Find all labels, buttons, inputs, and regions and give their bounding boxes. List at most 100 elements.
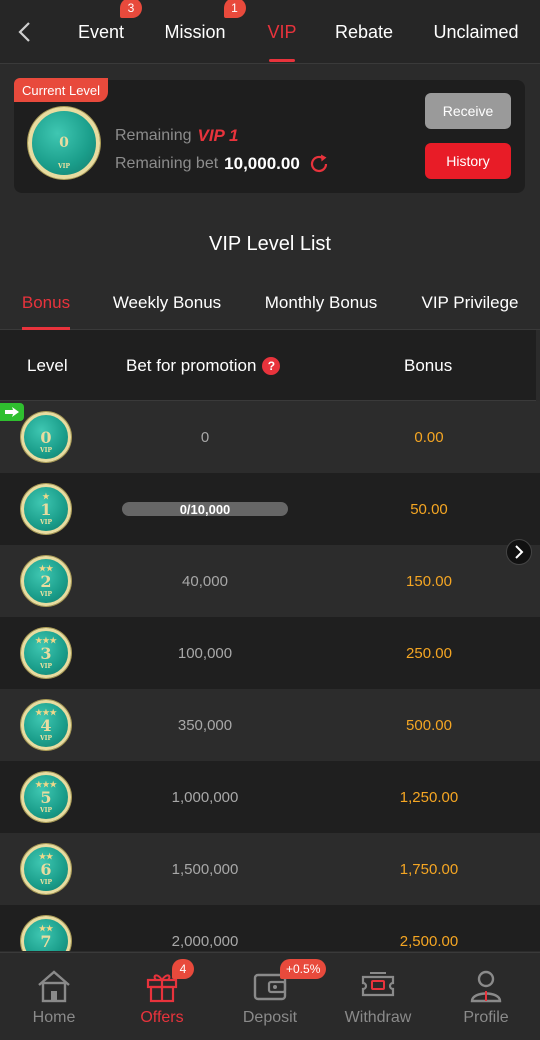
level-medal-cell: ★★★ 4 VIP [21,700,71,750]
medal-number: 0 [59,135,69,151]
current-level-medal: 0 VIP [28,107,100,179]
user-icon [467,969,505,1003]
medal-number: 0 [40,427,52,447]
bonus-tabs: Bonus Weekly Bonus Monthly Bonus VIP Pri… [0,276,540,330]
offers-badge: 4 [172,959,194,979]
level-table-body: 0 VIP 0 0.00 ★ 1 VIP 0/10,000 50.00 ★★ 2 VIP 40,000 1… [0,401,540,951]
bet-cell: 1,500,000 [120,833,290,905]
help-icon[interactable]: ? [262,356,281,375]
ticket-icon [359,969,397,1003]
tab-monthly-bonus[interactable]: Monthly Bonus [256,276,386,330]
vip-medal-icon: ★★★ 5 VIP [21,772,71,822]
bonus-value: 0.00 [414,428,444,446]
level-medal-cell: ★ 1 VIP [21,484,71,534]
current-level-tag: Current Level [14,78,109,102]
table-row: ★★7VIP 2,000,000 2,500.00 [0,905,540,951]
bet-cell: 1,000,000 [120,761,290,833]
tab-mission[interactable]: Mission 1 [158,0,246,64]
bottom-nav-profile-label: Profile [463,1009,509,1026]
receive-button[interactable]: Receive [425,93,511,129]
bet-value: 350,000 [177,716,233,734]
bottom-nav-home-label: Home [32,1009,76,1026]
bottom-nav-offers[interactable]: Offers 4 [108,953,216,1040]
remaining-label: Remaining [115,127,192,144]
level-medal-cell: 0 VIP [21,412,71,462]
bet-value: 2,000,000 [171,932,239,950]
tab-bonus[interactable]: Bonus [14,276,78,330]
medal-number: 4 [40,715,52,735]
bet-cell: 40,000 [120,545,290,617]
medal-number: 2 [40,571,52,591]
header-level: Level [27,355,68,375]
bonus-value: 50.00 [410,500,448,518]
bottom-nav-withdraw[interactable]: Withdraw [324,953,432,1040]
vip-medal-icon: ★★ 6 VIP [21,844,71,894]
tab-event-label: Event [77,21,125,42]
tab-event[interactable]: Event 3 [62,0,143,64]
medal-number: 5 [40,787,52,807]
scroll-right-button[interactable] [506,539,532,565]
tab-mission-label: Mission [164,21,226,42]
bet-value: 1,000,000 [171,788,239,806]
header-bet-label: Bet for promotion [126,355,257,375]
medal-number: 3 [40,643,52,663]
tab-weekly-bonus-label: Weekly Bonus [112,293,222,312]
progress-text: 0/10,000 [179,502,231,516]
remaining-vip-line: Remaining VIP 1 [115,126,238,146]
current-level-card: Current Level 0 VIP Remaining VIP 1 Rema… [14,78,525,193]
header-bet: Bet for promotion ? [126,330,281,401]
bet-cell: 350,000 [120,689,290,761]
bonus-value: 250.00 [406,644,452,662]
bet-cell: 0 [120,401,290,473]
tab-monthly-bonus-label: Monthly Bonus [264,293,378,312]
next-vip-level: VIP 1 [197,126,239,145]
bet-cell: 2,000,000 [120,905,290,951]
remaining-bet-label: Remaining bet [115,155,219,172]
medal-number: 6 [40,859,52,879]
mission-badge: 1 [223,0,246,18]
level-medal-cell: ★★★ 3 VIP [21,628,71,678]
table-row: 0 VIP 0 0.00 [0,401,540,473]
bonus-value: 150.00 [406,572,452,590]
history-button[interactable]: History [425,143,511,179]
table-row: ★★ 6 VIP 1,500,000 1,750.00 [0,833,540,905]
bet-value: 1,500,000 [171,860,239,878]
tab-vip-privilege[interactable]: VIP Privilege [414,276,526,330]
vip-medal-icon: 0 VIP [28,107,100,179]
bet-value: 0 [200,428,210,446]
tab-rebate[interactable]: Rebate [328,0,400,64]
tab-rebate-label: Rebate [334,21,394,42]
bet-value: 40,000 [182,572,228,590]
table-row: ★ 1 VIP 0/10,000 50.00 [0,473,540,545]
bottom-nav-home[interactable]: Home [0,953,108,1040]
tab-unclaimed[interactable]: Unclaimed [428,0,524,64]
vip-medal-icon: 0 VIP [21,412,71,462]
vip-level-list-title: VIP Level List [209,233,331,255]
refresh-icon[interactable] [308,153,330,175]
tab-unclaimed-label: Unclaimed [433,21,519,42]
vip-medal-icon: ★ 1 VIP [21,484,71,534]
level-medal-cell: ★★7VIP [21,916,71,951]
remaining-bet-amount: 10,000.00 [224,154,300,173]
table-row: ★★★ 5 VIP 1,000,000 1,250.00 [0,761,540,833]
bottom-nav-deposit-label: Deposit [242,1009,298,1026]
vip-medal-icon: ★★ 2 VIP [21,556,71,606]
back-button[interactable] [12,18,36,46]
bottom-nav-deposit[interactable]: Deposit +0.5% [216,953,327,1040]
medal-number: 1 [40,499,52,519]
bottom-nav-withdraw-label: Withdraw [344,1009,412,1026]
level-table-header: Level Bet for promotion ? Bonus [0,330,536,401]
tab-vip[interactable]: VIP [258,0,306,64]
vip-medal-icon: ★★★ 4 VIP [21,700,71,750]
bonus-value: 500.00 [406,716,452,734]
level-medal-cell: ★★ 6 VIP [21,844,71,894]
level-medal-cell: ★★ 2 VIP [21,556,71,606]
tab-weekly-bonus[interactable]: Weekly Bonus [106,276,228,330]
medal-number: 7 [40,931,52,951]
deposit-badge: +0.5% [280,959,327,979]
bottom-nav-profile[interactable]: Profile [432,953,540,1040]
table-row: ★★ 2 VIP 40,000 150.00 [0,545,540,617]
header-bonus: Bonus [404,355,453,375]
tab-active-indicator [269,59,295,62]
remaining-bet-line: Remaining bet 10,000.00 [115,153,330,175]
